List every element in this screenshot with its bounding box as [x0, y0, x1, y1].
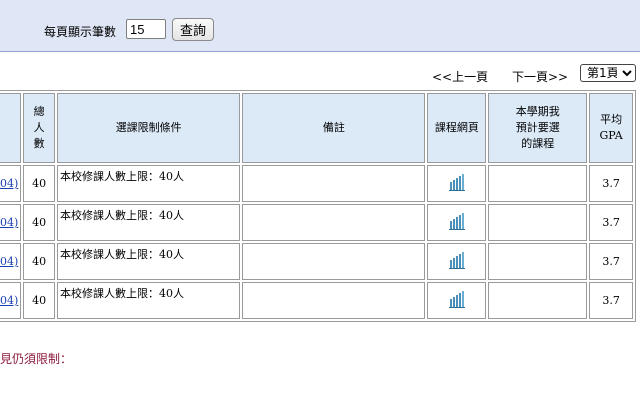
- limit-cell: 本校修課人數上限：40人: [56, 243, 241, 280]
- table-row: 04) 40 本校修課人數上限：40人 3.7: [0, 243, 633, 280]
- course-code-link[interactable]: 04): [0, 255, 18, 268]
- query-button[interactable]: 查詢: [172, 18, 214, 41]
- limit-cell: 本校修課人數上限：40人: [56, 204, 241, 241]
- bar-chart-icon[interactable]: [448, 212, 466, 230]
- header-remarks: 備註: [242, 93, 426, 163]
- course-code-cell: 04): [0, 243, 22, 280]
- gpa-cell: 3.7: [589, 282, 633, 319]
- header-total: 總人數: [23, 93, 55, 163]
- course-code-cell: 04): [0, 204, 22, 241]
- total-cell: 40: [23, 204, 55, 241]
- restriction-note: 見仍須限制：: [0, 352, 73, 366]
- total-cell: 40: [23, 243, 55, 280]
- header-limit: 選課限制條件: [56, 93, 241, 163]
- header-code: [0, 93, 22, 163]
- planned-cell[interactable]: [488, 165, 588, 202]
- header-gpa: 平均GPA: [589, 93, 633, 163]
- header-webpage: 課程網頁: [427, 93, 487, 163]
- per-page-input[interactable]: [126, 19, 166, 39]
- table-row: 04) 40 本校修課人數上限：40人 3.7: [0, 282, 633, 319]
- bar-chart-icon[interactable]: [448, 290, 466, 308]
- prev-page-link[interactable]: <<上一頁: [432, 68, 488, 85]
- webpage-cell: [427, 204, 487, 241]
- header-row: 總人數 選課限制條件 備註 課程網頁 本學期我預計要選的課程 平均GPA: [0, 93, 633, 163]
- table-row: 04) 40 本校修課人數上限：40人 3.7: [0, 204, 633, 241]
- query-panel: 每頁顯示筆數 查詢: [0, 0, 640, 52]
- webpage-cell: [427, 282, 487, 319]
- course-table: 總人數 選課限制條件 備註 課程網頁 本學期我預計要選的課程 平均GPA 04)…: [0, 90, 636, 322]
- bar-chart-icon[interactable]: [448, 251, 466, 269]
- course-code-link[interactable]: 04): [0, 177, 18, 190]
- course-code-link[interactable]: 04): [0, 216, 18, 229]
- course-code-link[interactable]: 04): [0, 294, 18, 307]
- course-code-cell: 04): [0, 165, 22, 202]
- table-row: 04) 40 本校修課人數上限：40人 3.7: [0, 165, 633, 202]
- remarks-cell: [242, 282, 426, 319]
- planned-cell[interactable]: [488, 204, 588, 241]
- limit-cell: 本校修課人數上限：40人: [56, 282, 241, 319]
- limit-cell: 本校修課人數上限：40人: [56, 165, 241, 202]
- gpa-cell: 3.7: [589, 243, 633, 280]
- webpage-cell: [427, 165, 487, 202]
- course-code-cell: 04): [0, 282, 22, 319]
- gpa-cell: 3.7: [589, 204, 633, 241]
- remarks-cell: [242, 243, 426, 280]
- per-page-label: 每頁顯示筆數: [44, 25, 117, 39]
- planned-cell[interactable]: [488, 243, 588, 280]
- planned-cell[interactable]: [488, 282, 588, 319]
- webpage-cell: [427, 243, 487, 280]
- header-planned: 本學期我預計要選的課程: [488, 93, 588, 163]
- next-page-link[interactable]: 下一頁>>: [512, 68, 568, 85]
- remarks-cell: [242, 204, 426, 241]
- total-cell: 40: [23, 282, 55, 319]
- remarks-cell: [242, 165, 426, 202]
- bar-chart-icon[interactable]: [448, 173, 466, 191]
- page-select[interactable]: 第1頁: [580, 64, 636, 82]
- gpa-cell: 3.7: [589, 165, 633, 202]
- total-cell: 40: [23, 165, 55, 202]
